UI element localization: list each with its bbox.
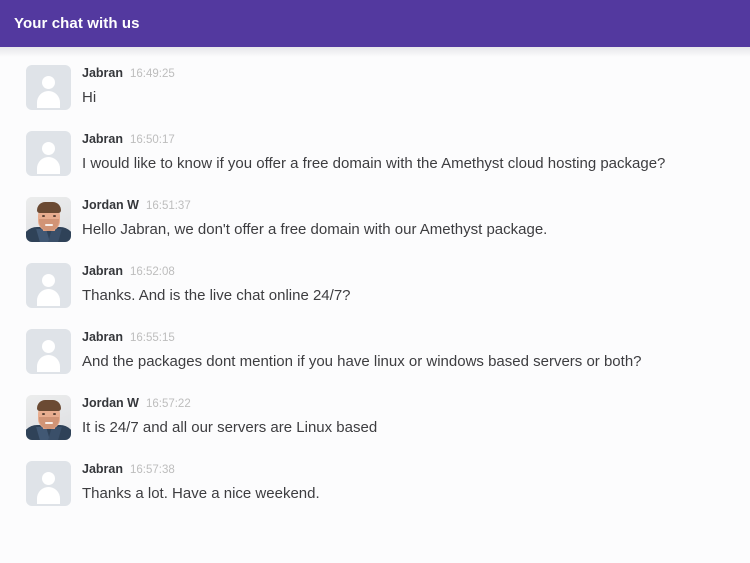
message-text: Hello Jabran, we don't offer a free doma… — [82, 220, 548, 238]
message-body: Jabran 16:49:25 Hi — [82, 65, 734, 108]
message-meta: Jabran 16:49:25 — [82, 67, 734, 81]
message-meta: Jabran 16:57:38 — [82, 463, 734, 477]
message-timestamp: 16:57:22 — [145, 398, 191, 410]
message-text: And the packages dont mention if you hav… — [82, 352, 642, 370]
message-row: Jabran 16:50:17 I would like to know if yo… — [0, 131, 750, 176]
message-timestamp: 16:50:17 — [130, 134, 175, 146]
message-author: Jabran — [82, 264, 123, 278]
message-meta: Jabran 16:55:15 — [82, 331, 734, 345]
message-row: Jordan W 16:57:22 It is 24/7 and all our s… — [0, 395, 750, 440]
message-text: Thanks a lot. Have a nice weekend. — [82, 484, 320, 502]
message-body: Jabran 16:50:17 I would like to know if yo… — [82, 131, 734, 174]
avatar-placeholder-icon — [26, 461, 71, 506]
message-text: It is 24/7 and all our servers are Linux… — [82, 418, 378, 436]
message-author: Jordan W — [82, 396, 139, 410]
message-body: Jordan W 16:51:37 Hello Jabran, we don't o… — [82, 197, 734, 240]
message-row: Jabran 16:55:15 And the packages dont ment… — [0, 329, 750, 374]
message-meta: Jabran 16:52:08 — [82, 265, 734, 279]
message-author: Jabran — [82, 462, 123, 476]
message-body: Jabran 16:57:38 Thanks a lot. Have a nice … — [82, 461, 734, 504]
message-timestamp: 16:55:15 — [130, 332, 175, 344]
avatar-placeholder-icon — [26, 65, 71, 110]
message-author: Jordan W — [82, 198, 139, 212]
page-title: Your chat with us — [14, 15, 140, 32]
chat-header: Your chat with us — [0, 0, 750, 47]
avatar-placeholder-icon — [26, 329, 71, 374]
message-row: Jabran 16:52:08 Thanks. And is the live ch… — [0, 263, 750, 308]
message-body: Jordan W 16:57:22 It is 24/7 and all our s… — [82, 395, 734, 438]
message-text: Hi — [82, 88, 97, 106]
avatar-photo-icon — [26, 197, 71, 242]
message-meta: Jabran 16:50:17 — [82, 133, 734, 147]
message-author: Jabran — [82, 66, 123, 80]
message-timestamp: 16:51:37 — [145, 200, 191, 212]
avatar-placeholder-icon — [26, 131, 71, 176]
message-row: Jordan W 16:51:37 Hello Jabran, we don't o… — [0, 197, 750, 242]
message-timestamp: 16:52:08 — [130, 266, 175, 278]
message-row: Jabran 16:49:25 Hi — [0, 65, 750, 110]
message-body: Jabran 16:52:08 Thanks. And is the live ch… — [82, 263, 734, 306]
message-row: Jabran 16:57:38 Thanks a lot. Have a nice … — [0, 461, 750, 506]
message-list[interactable]: Jabran 16:49:25 Hi Jabran 16:50:17 I would li… — [0, 47, 750, 563]
message-timestamp: 16:49:25 — [130, 68, 175, 80]
message-text: I would like to know if you offer a free… — [82, 154, 666, 172]
message-body: Jabran 16:55:15 And the packages dont ment… — [82, 329, 734, 372]
message-author: Jabran — [82, 330, 123, 344]
chat-window: Your chat with us Jabran 16:49:25 Hi Jabran… — [0, 0, 750, 563]
avatar-photo-icon — [26, 395, 71, 440]
message-meta: Jordan W 16:57:22 — [82, 397, 734, 411]
avatar-placeholder-icon — [26, 263, 71, 308]
message-timestamp: 16:57:38 — [130, 464, 175, 476]
message-author: Jabran — [82, 132, 123, 146]
message-text: Thanks. And is the live chat online 24/7… — [82, 286, 351, 304]
message-meta: Jordan W 16:51:37 — [82, 199, 734, 213]
